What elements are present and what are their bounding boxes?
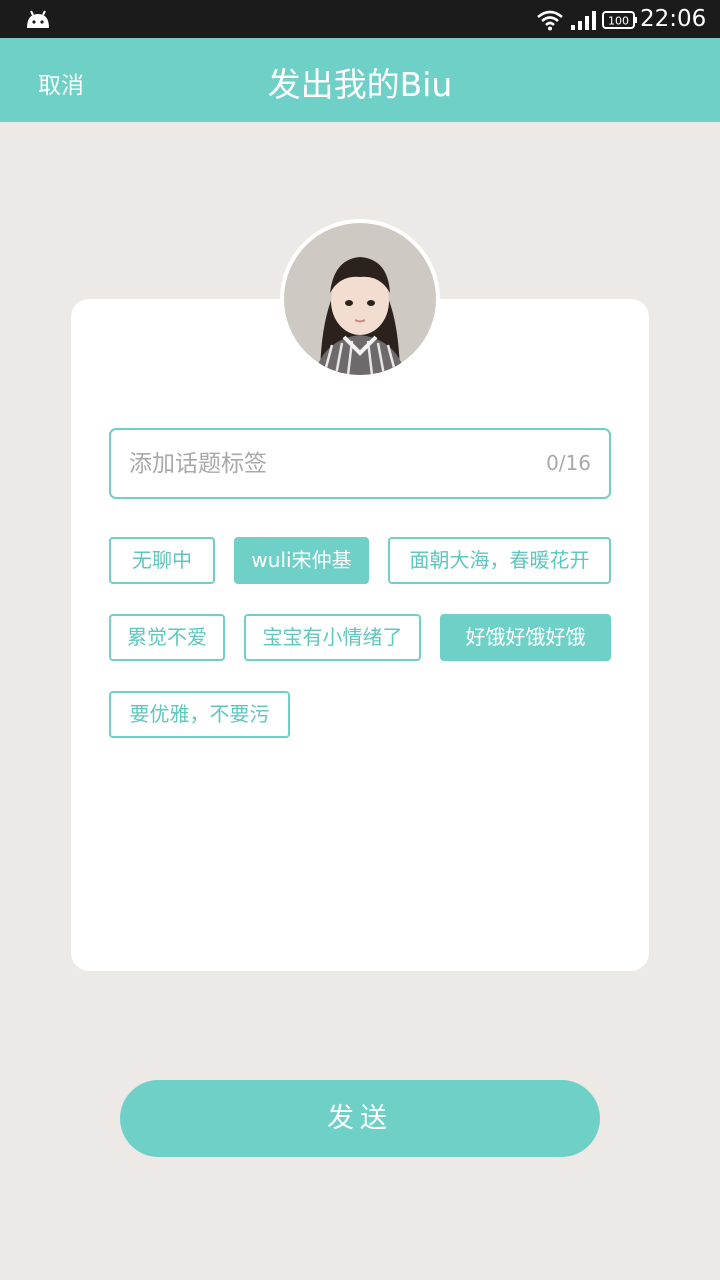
status-bar: 100 22:06: [0, 0, 720, 38]
tag-chip[interactable]: 要优雅，不要污: [109, 691, 290, 738]
status-clock: 22:06: [640, 6, 707, 32]
avatar: [280, 219, 440, 379]
tag-chip[interactable]: 面朝大海，春暖花开: [388, 537, 611, 584]
avatar-image: [284, 223, 436, 375]
app-header: 取消 发出我的Biu: [0, 38, 720, 122]
topic-tag-input[interactable]: [129, 444, 529, 484]
character-counter: 0/16: [546, 451, 591, 475]
tag-chip-selected[interactable]: 好饿好饿好饿: [440, 614, 611, 661]
battery-icon: 100: [602, 11, 638, 33]
tag-chip[interactable]: 累觉不爱: [109, 614, 225, 661]
android-icon: [24, 8, 52, 34]
wifi-icon: [536, 9, 564, 35]
tag-chip[interactable]: 无聊中: [109, 537, 215, 584]
tag-chip-selected[interactable]: wuli宋仲基: [234, 537, 369, 584]
page-title: 发出我的Biu: [267, 65, 453, 104]
send-button[interactable]: 发送: [120, 1080, 600, 1157]
topic-tag-field: 0/16: [109, 428, 611, 499]
signal-icon: [570, 9, 598, 35]
battery-level: 100: [608, 15, 629, 28]
tag-chip[interactable]: 宝宝有小情绪了: [244, 614, 421, 661]
